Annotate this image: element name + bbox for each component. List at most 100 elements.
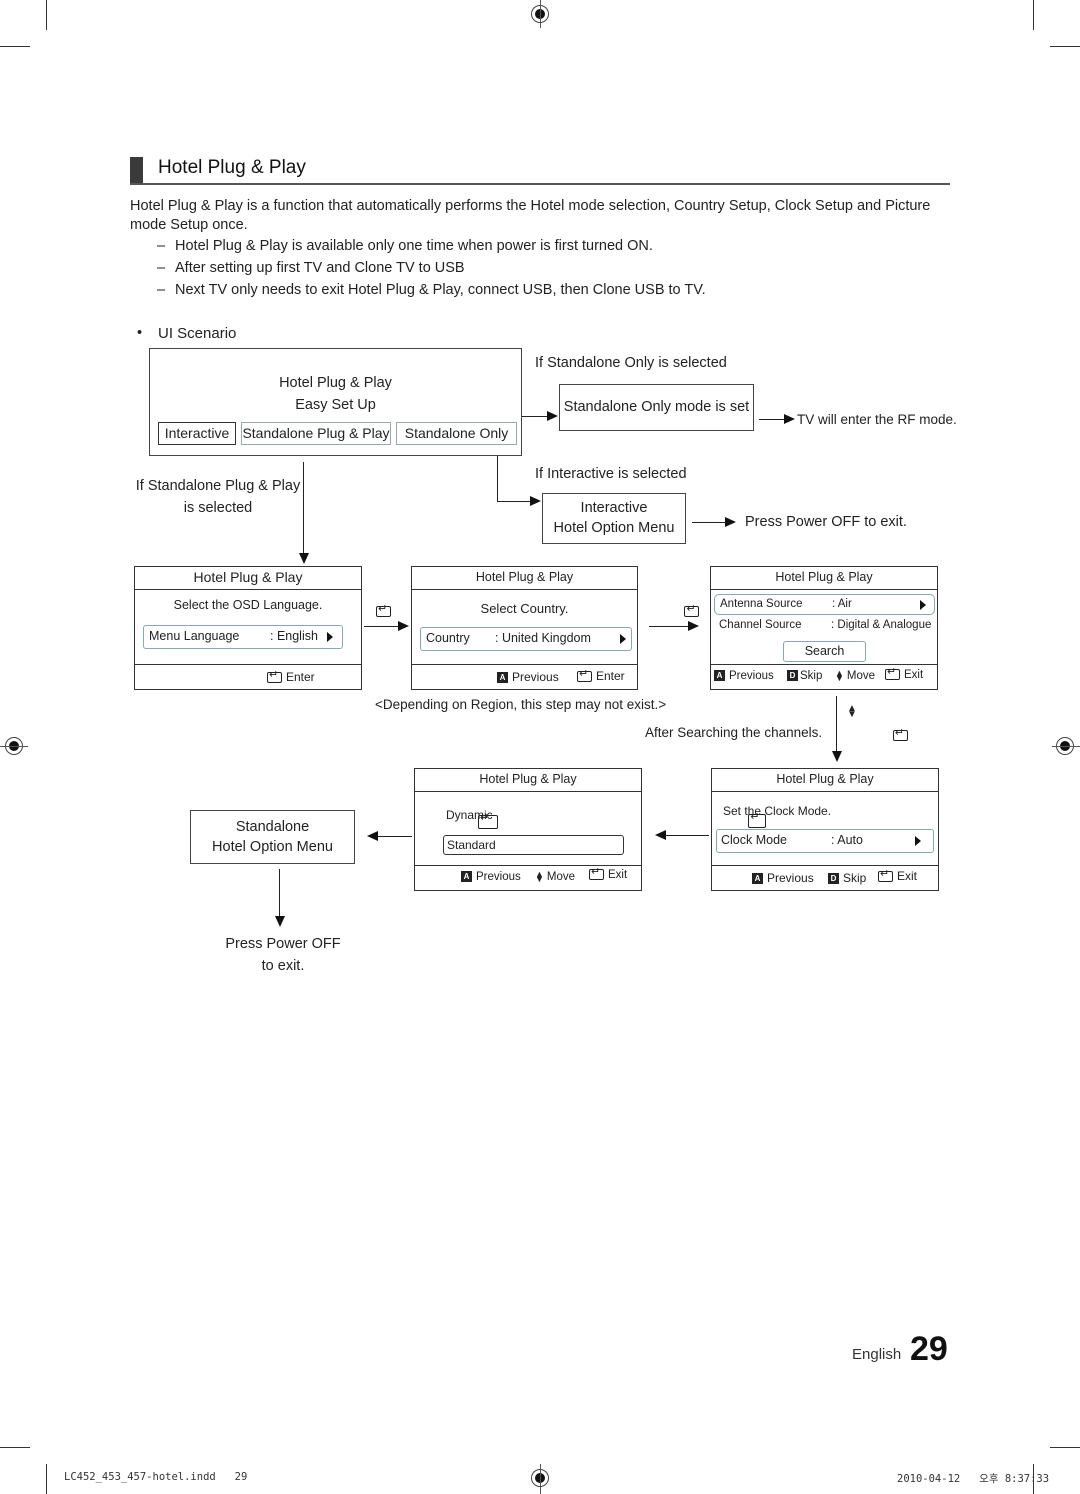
field-value: : English bbox=[270, 629, 318, 643]
box-subtitle: Easy Set Up bbox=[295, 397, 376, 413]
slug-filename: LC452_453_457-hotel.indd 29 bbox=[64, 1471, 248, 1483]
condition-standalone-pnp-2: is selected bbox=[183, 500, 253, 516]
condition-standalone-pnp: If Standalone Plug & Play bbox=[135, 478, 301, 494]
rf-mode-note: TV will enter the RF mode. bbox=[797, 412, 957, 427]
dash: – bbox=[157, 260, 166, 276]
standalone-only-box: Standalone Only mode is set bbox=[559, 384, 754, 431]
enter-icon bbox=[878, 867, 893, 883]
crop-mark bbox=[1050, 1447, 1080, 1448]
arrow-down-icon bbox=[832, 751, 842, 762]
option-standalone-plug-play[interactable]: Standalone Plug & Play bbox=[241, 422, 391, 445]
skip-hint: D Skip bbox=[787, 670, 822, 682]
box-line: Hotel Option Menu bbox=[212, 839, 333, 855]
arrow-right-icon bbox=[920, 600, 926, 610]
enter-icon bbox=[892, 726, 908, 742]
bullet: • bbox=[137, 325, 143, 341]
up-down-icon: ▲ ▼ bbox=[535, 868, 544, 884]
box-line: Standalone bbox=[235, 819, 310, 835]
option-label: Standard bbox=[447, 838, 496, 852]
screen-footer: A Previous D Skip Exit bbox=[712, 865, 938, 890]
scenario-heading: UI Scenario bbox=[158, 325, 237, 342]
screen-prompt: Set the Clock Mode. bbox=[723, 804, 832, 818]
channel-source-label: Channel Source bbox=[719, 619, 802, 631]
after-search-note: After Searching the channels. bbox=[645, 725, 823, 740]
hint-label: Exit bbox=[904, 669, 924, 681]
hint-label: Previous bbox=[476, 871, 521, 883]
screen-country: Hotel Plug & Play Select Country. Countr… bbox=[411, 566, 638, 690]
box-line: Hotel Option Menu bbox=[553, 520, 675, 536]
screen-header: Hotel Plug & Play bbox=[712, 769, 938, 792]
slug-timestamp: 2010-04-12 오후 8:37:33 bbox=[897, 1473, 1050, 1485]
final-note: Press Power OFF bbox=[225, 936, 341, 952]
title-marker bbox=[130, 157, 143, 184]
arrow-right-icon bbox=[725, 517, 736, 527]
menu-language-field[interactable]: Menu Language : English bbox=[143, 625, 343, 649]
registration-line bbox=[540, 0, 541, 28]
screen-prompt: Select Country. bbox=[480, 601, 569, 616]
hint-label: Skip bbox=[843, 871, 867, 885]
footer-language: English bbox=[852, 1346, 902, 1363]
condition-interactive: If Interactive is selected bbox=[535, 466, 687, 482]
hint-label: Enter bbox=[286, 670, 315, 684]
screen-header: Hotel Plug & Play bbox=[711, 567, 937, 590]
move-hint: ▲ ▼ Move bbox=[535, 868, 575, 884]
d-key-icon: D bbox=[828, 873, 839, 885]
arrow-right-icon bbox=[327, 632, 333, 642]
field-label: Antenna Source bbox=[720, 598, 803, 610]
arrow-right-icon bbox=[784, 414, 795, 424]
screen-language: Hotel Plug & Play Select the OSD Languag… bbox=[134, 566, 362, 690]
a-key-icon: A bbox=[714, 670, 725, 682]
connector bbox=[759, 419, 785, 421]
enter-icon bbox=[885, 665, 900, 681]
crop-mark bbox=[0, 1447, 30, 1448]
hint-label: Exit bbox=[897, 869, 918, 883]
option-interactive[interactable]: Interactive bbox=[158, 422, 236, 445]
registration-line bbox=[0, 746, 28, 747]
note-item: – Hotel Plug & Play is available only on… bbox=[157, 238, 653, 254]
dash: – bbox=[157, 282, 166, 298]
note-text: Next TV only needs to exit Hotel Plug & … bbox=[175, 282, 706, 298]
connector bbox=[665, 835, 709, 837]
arrow-right-icon bbox=[620, 634, 626, 644]
enter-icon bbox=[589, 865, 604, 881]
up-down-icon: ▲ ▼ bbox=[847, 703, 857, 720]
screen-header: Hotel Plug & Play bbox=[415, 769, 641, 792]
a-key-icon: A bbox=[461, 871, 472, 883]
connector bbox=[692, 522, 726, 524]
title-rule bbox=[130, 183, 950, 185]
hint-label: Enter bbox=[596, 669, 625, 683]
previous-hint: A Previous bbox=[752, 871, 814, 885]
country-field[interactable]: Country : United Kingdom bbox=[420, 627, 632, 651]
option-standalone-only[interactable]: Standalone Only bbox=[396, 422, 517, 445]
box-title: Hotel Plug & Play bbox=[279, 375, 392, 391]
crop-mark bbox=[1033, 0, 1034, 30]
condition-standalone-only: If Standalone Only is selected bbox=[535, 355, 727, 371]
connector bbox=[836, 696, 838, 752]
enter-icon bbox=[376, 602, 391, 618]
field-label: Country bbox=[426, 631, 470, 645]
connector bbox=[497, 456, 499, 502]
hint-label: Previous bbox=[729, 670, 774, 682]
crop-mark bbox=[0, 46, 30, 47]
arrow-right-icon bbox=[530, 496, 541, 506]
move-hint: ▲ ▼ Move bbox=[835, 667, 875, 683]
option-standard[interactable]: Standard bbox=[443, 835, 624, 855]
intro-paragraph: Hotel Plug & Play is a function that aut… bbox=[130, 198, 931, 233]
previous-hint: A Previous bbox=[714, 670, 774, 682]
up-down-icon: ▲ ▼ bbox=[835, 667, 844, 683]
registration-line bbox=[540, 1464, 541, 1494]
screen-footer: A Previous ▲▼Move Exit bbox=[415, 865, 641, 890]
clock-mode-field[interactable]: Clock Mode : Auto bbox=[716, 829, 934, 853]
connector bbox=[279, 869, 281, 917]
region-note: <Depending on Region, this step may not … bbox=[375, 697, 667, 712]
field-value: : United Kingdom bbox=[495, 631, 591, 645]
antenna-source-field[interactable]: Antenna Source : Air bbox=[714, 594, 935, 615]
arrow-right-icon bbox=[915, 836, 921, 846]
crop-mark bbox=[46, 1464, 47, 1494]
exit-hint: Exit bbox=[878, 867, 918, 883]
search-button[interactable]: Search bbox=[783, 641, 866, 662]
previous-hint: A Previous bbox=[461, 871, 521, 883]
standalone-option-menu-box: Standalone Hotel Option Menu bbox=[190, 810, 355, 864]
note-text: After setting up first TV and Clone TV t… bbox=[175, 260, 465, 276]
enter-icon bbox=[684, 602, 700, 618]
